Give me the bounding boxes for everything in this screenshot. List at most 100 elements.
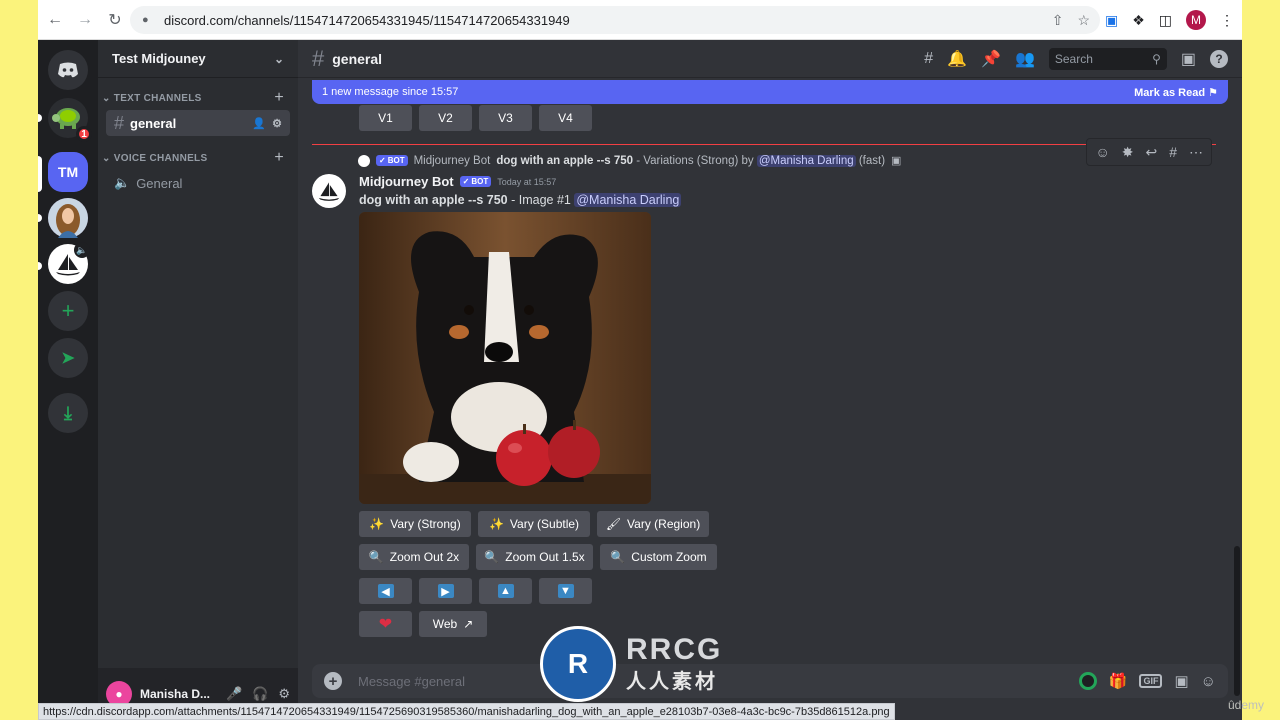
pan-down-button[interactable]: ▼ (539, 578, 592, 604)
search-placeholder: Search (1054, 51, 1093, 66)
unread-pill (38, 262, 42, 270)
speaker-icon: 🔈 (74, 242, 90, 258)
zoom-out-1-5x-button[interactable]: 🔍 Zoom Out 1.5x (476, 544, 593, 570)
lock-icon: ● (142, 14, 149, 26)
create-channel-icon[interactable]: + (274, 149, 284, 167)
pan-up-button[interactable]: ▲ (479, 578, 532, 604)
sidepanel-icon[interactable]: ◫ (1159, 12, 1172, 29)
brush-icon: 🖌 (605, 517, 622, 531)
explore-compass-icon[interactable]: ➤ (48, 338, 88, 378)
generated-image[interactable] (359, 212, 651, 504)
more-icon[interactable]: ⋯ (1189, 144, 1203, 161)
message-placeholder: Message #general (358, 673, 465, 689)
settings-icon[interactable]: ⚙ (272, 117, 282, 130)
message-input[interactable]: + Message #general 🎁 GIF ▣ ☺ (312, 664, 1228, 698)
reply-reference[interactable]: ✓ BOT Midjourney Bot dog with an apple -… (358, 154, 901, 167)
mark-as-read-button[interactable]: Mark as Read ⚑ (1134, 86, 1218, 99)
kebab-menu-icon[interactable]: ⋮ (1220, 12, 1234, 29)
chat-area: # general # 🔔 📌 👥 Search ⚲ ▣ ? 1 new mes… (298, 40, 1242, 720)
bell-icon[interactable]: 🔔 (947, 49, 967, 69)
discord-home-icon[interactable] (48, 50, 88, 90)
channel-title: general (332, 50, 383, 67)
author-avatar[interactable] (312, 174, 346, 208)
share-icon[interactable]: ⇧ (1052, 12, 1064, 29)
category-label: TEXT CHANNELS (113, 92, 202, 104)
add-reaction-icon[interactable]: ☺ (1095, 144, 1109, 160)
back-icon[interactable]: ← (42, 7, 68, 33)
sticker-icon[interactable]: ▣ (1174, 672, 1188, 690)
gif-button[interactable]: GIF (1139, 674, 1163, 688)
new-messages-bar[interactable]: 1 new message since 15:57 Mark as Read ⚑ (312, 80, 1228, 104)
guild-header[interactable]: Test Midjouney ⌄ (98, 40, 298, 78)
puzzle-icon[interactable]: ❖ (1132, 12, 1145, 29)
author-name[interactable]: Midjourney Bot (359, 174, 454, 189)
download-apps-icon[interactable]: ⤓ (48, 393, 88, 433)
udemy-watermark: ûdemy (1228, 698, 1265, 712)
reply-suffix: - Variations (Strong) by (633, 154, 757, 167)
app-status-icon[interactable] (1078, 672, 1097, 690)
extension-icon[interactable]: ▣ (1105, 12, 1118, 29)
server-rail: 1 TM 🔈 + ➤ ⤓ (38, 40, 98, 720)
selected-pill (38, 156, 42, 192)
profile-avatar[interactable]: M (1186, 10, 1206, 30)
bot-badge: ✓ BOT (459, 176, 492, 187)
web-button[interactable]: Web ↗ (419, 611, 487, 637)
create-channel-icon[interactable]: + (274, 89, 284, 107)
server-midjourney[interactable]: 🔈 (48, 242, 90, 284)
user-mention[interactable]: @Manisha Darling (574, 193, 682, 207)
vary-region-button[interactable]: 🖌 Vary (Region) (597, 511, 709, 537)
arrow-up-icon: ▲ (497, 584, 514, 598)
watermark-logo: R RRCG 人人素材 (540, 626, 722, 702)
search-input[interactable]: Search ⚲ (1048, 47, 1167, 70)
message-content: dog with an apple --s 750 - Image #1 @Ma… (359, 193, 682, 207)
user-settings-icon[interactable]: ⚙ (278, 686, 290, 702)
reload-icon[interactable]: ↻ (102, 7, 128, 33)
scrollbar[interactable] (1234, 546, 1240, 696)
members-icon[interactable]: 👥 (1015, 49, 1035, 69)
favorite-button[interactable]: ❤ (359, 611, 412, 637)
threads-icon[interactable]: # (924, 50, 933, 68)
address-bar[interactable]: ● discord.com/channels/11547147206543319… (130, 6, 1100, 34)
rrcg-logo-icon: R (540, 626, 616, 702)
zoom-out-2x-button[interactable]: 🔍 Zoom Out 2x (359, 544, 469, 570)
reply-icon[interactable]: ↩ (1145, 144, 1157, 161)
v3-button[interactable]: V3 (479, 105, 532, 131)
custom-zoom-button[interactable]: 🔍 Custom Zoom (600, 544, 717, 570)
thread-icon[interactable]: # (1169, 144, 1177, 160)
voice-channel-general[interactable]: 🔈 General (106, 170, 290, 196)
forward-icon[interactable]: → (72, 7, 98, 33)
browser-window: ← → ↻ ● discord.com/channels/11547147206… (38, 0, 1242, 720)
magnifier-icon: 🔍 (368, 550, 384, 564)
hashtag-icon: # (114, 112, 125, 133)
channel-general[interactable]: # general 👤 ⚙ (106, 110, 290, 136)
add-attachment-icon[interactable]: + (324, 672, 342, 690)
v1-button[interactable]: V1 (359, 105, 412, 131)
mute-mic-icon[interactable]: 🎤 (226, 686, 242, 702)
v4-button[interactable]: V4 (539, 105, 592, 131)
headphones-icon[interactable]: 🎧 (252, 686, 268, 702)
bookmark-star-icon[interactable]: ☆ (1077, 12, 1090, 29)
super-reaction-icon[interactable]: ✸ (1122, 144, 1134, 161)
pin-icon[interactable]: 📌 (981, 49, 1001, 69)
pan-right-button[interactable]: ▶ (419, 578, 472, 604)
invite-icon[interactable]: 👤 (252, 117, 266, 130)
server-test-midjourney[interactable]: TM (48, 152, 88, 192)
pan-left-button[interactable]: ◀ (359, 578, 412, 604)
category-voice-channels[interactable]: ⌄ VOICE CHANNELS + (98, 149, 298, 167)
server-portrait[interactable] (48, 198, 88, 238)
add-server-icon[interactable]: + (48, 291, 88, 331)
help-icon[interactable]: ? (1210, 49, 1228, 68)
server-turtle[interactable]: 1 (48, 98, 92, 142)
emoji-icon[interactable]: ☺ (1201, 673, 1216, 690)
inbox-icon[interactable]: ▣ (1181, 49, 1196, 69)
prompt-text: dog with an apple --s 750 (359, 193, 508, 207)
category-text-channels[interactable]: ⌄ TEXT CHANNELS + (98, 89, 298, 107)
vary-strong-button[interactable]: ✨ Vary (Strong) (359, 511, 471, 537)
channel-sidebar: Test Midjouney ⌄ ⌄ TEXT CHANNELS + # gen… (98, 40, 298, 720)
reply-mention[interactable]: @Manisha Darling (756, 154, 856, 167)
gift-icon[interactable]: 🎁 (1109, 672, 1128, 690)
vary-subtle-button[interactable]: ✨ Vary (Subtle) (478, 511, 590, 537)
channel-label: General (136, 175, 183, 191)
unread-pill (38, 214, 42, 222)
v2-button[interactable]: V2 (419, 105, 472, 131)
